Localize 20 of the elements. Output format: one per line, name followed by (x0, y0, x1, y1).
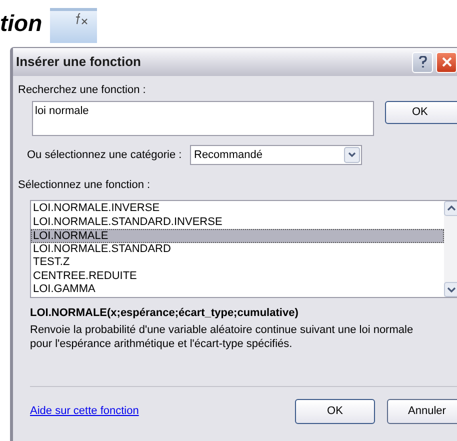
category-label: Ou sélectionnez une catégorie : (27, 148, 183, 162)
help-link[interactable]: Aide sur cette fonction (30, 403, 295, 420)
function-list-item[interactable]: LOI.NORMALE.INVERSE (31, 202, 444, 216)
heading-text: tion (0, 10, 42, 36)
search-label: Recherchez une fonction : (18, 84, 147, 97)
function-list-label: Sélectionnez une fonction : (18, 179, 152, 192)
function-list-item[interactable]: LOI.NORMALE (31, 229, 444, 242)
category-dropdown[interactable]: Recommandé (190, 145, 362, 165)
ok-search-button[interactable]: OK (385, 101, 457, 124)
function-list-item[interactable]: LOI.NORMALE.STANDARD.INVERSE (31, 216, 444, 229)
dialog-button[interactable]: OK (295, 399, 375, 424)
search-field[interactable]: loi normale (32, 101, 374, 136)
function-list-item[interactable]: CENTREE.REDUITE (31, 270, 444, 283)
dialog-button[interactable]: Annuler (387, 399, 457, 424)
function-list-item[interactable]: LOI.GAMMA (31, 283, 444, 296)
function-description: Renvoie la probabilité d'une variable aléatoire continue suivant une loi normale pour l'espérance arithmétique et l'écart-type spécifiés. (30, 323, 414, 351)
function-list-item[interactable]: TEST.Z (31, 256, 444, 270)
function-list-item[interactable]: LOI.NORMALE.STANDARD (31, 242, 444, 256)
window-title: Insérer une fonction (16, 53, 142, 72)
function-signature: LOI.NORMALE(x;espérance;écart_type;cumulative) (30, 306, 300, 320)
